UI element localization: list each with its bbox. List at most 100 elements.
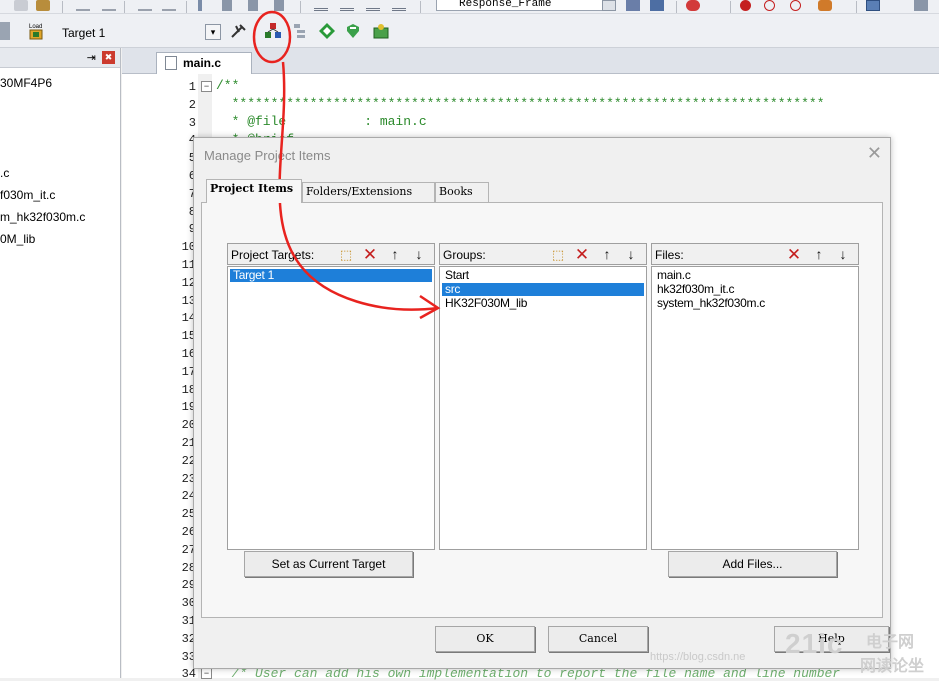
line-number: 27 <box>181 542 196 557</box>
target-select-dropdown-icon[interactable]: ▾ <box>205 24 221 40</box>
paste-icon[interactable] <box>36 0 50 11</box>
configure-icon[interactable] <box>914 0 928 11</box>
target-select[interactable]: Target 1 <box>54 23 224 43</box>
debug-session-icon[interactable] <box>686 0 700 11</box>
incremental-find-icon[interactable] <box>650 0 664 11</box>
list-item[interactable]: src <box>442 283 644 296</box>
fold-toggle-icon[interactable]: − <box>201 81 212 92</box>
find-combo-dropdown-icon[interactable] <box>602 0 616 11</box>
line-number: 6 <box>156 169 196 183</box>
set-as-current-target-button[interactable]: Set as Current Target <box>244 551 413 577</box>
files-list: Files: ✕ ↑ ↓ main.c hk32f030m_it.c syste… <box>651 243 859 550</box>
ok-button[interactable]: OK <box>435 626 535 652</box>
project-panel-header: ⇥ ✖ <box>0 48 120 68</box>
fold-toggle-icon[interactable]: − <box>201 668 212 679</box>
select-packs-icon[interactable] <box>318 22 336 40</box>
line-number: 17 <box>181 364 196 379</box>
watermark-text: 网读论坐 <box>860 658 925 675</box>
list-item[interactable]: hk32f030m_it.c <box>654 283 856 296</box>
line-number: 14 <box>181 311 196 326</box>
project-tree-item[interactable]: m_hk32f030m.c <box>0 210 85 224</box>
dialog-close-icon[interactable]: ✕ <box>867 144 882 162</box>
list-body: Start src HK32F030M_lib <box>439 266 647 550</box>
tab-main-c[interactable]: main.c <box>156 52 252 74</box>
line-number: 26 <box>181 525 196 539</box>
project-targets-list: Project Targets: ⬚ ✕ ↑ ↓ Target 1 <box>227 243 435 550</box>
project-tree-item[interactable]: .c <box>0 166 9 180</box>
line-number: 23 <box>181 471 196 486</box>
line-number-gutter: 1234567891011121314151617181920212223242… <box>122 74 198 681</box>
comment-icon[interactable] <box>366 0 380 11</box>
next-bookmark-icon[interactable] <box>248 0 258 11</box>
code-line: * @file : main.c <box>216 114 427 129</box>
disable-breakpoints-icon[interactable] <box>790 0 801 11</box>
line-number: 15 <box>181 329 196 344</box>
tab-project-items[interactable]: Project Items <box>206 179 302 203</box>
copy-icon[interactable] <box>14 0 28 11</box>
code-line: /** <box>216 78 240 93</box>
tab-folders-extensions[interactable]: Folders/Extensions <box>302 182 435 202</box>
enable-breakpoint-icon[interactable] <box>764 0 775 11</box>
batch-build-icon[interactable] <box>0 22 10 40</box>
cancel-button[interactable]: Cancel <box>548 626 648 652</box>
kill-breakpoints-icon[interactable] <box>818 0 832 11</box>
unindent-icon[interactable] <box>340 0 354 11</box>
delete-item-icon[interactable]: ✕ <box>360 245 380 264</box>
line-number: 19 <box>181 400 196 415</box>
bookmark-icon[interactable] <box>198 0 202 11</box>
redo-icon[interactable] <box>102 0 116 11</box>
line-number: 5 <box>156 151 196 165</box>
list-item[interactable]: Target 1 <box>230 269 432 282</box>
undo-icon[interactable] <box>76 0 90 11</box>
manage-components-icon[interactable] <box>344 22 362 40</box>
back-icon[interactable] <box>138 0 152 11</box>
move-up-icon[interactable]: ↑ <box>597 245 617 264</box>
line-number: 4 <box>156 133 196 147</box>
window-layout-icon[interactable] <box>866 0 880 11</box>
prev-bookmark-icon[interactable] <box>222 0 232 11</box>
project-tree-item[interactable]: f030m_it.c <box>0 188 55 202</box>
clear-bookmarks-icon[interactable] <box>274 0 284 11</box>
manage-project-items-dialog: Manage Project Items ✕ Project Items Fol… <box>193 137 891 669</box>
close-icon[interactable]: ✖ <box>102 51 115 64</box>
forward-icon[interactable] <box>162 0 176 11</box>
insert-breakpoint-icon[interactable] <box>740 0 751 11</box>
tab-books[interactable]: Books <box>435 182 489 202</box>
line-number: 34 <box>181 667 196 681</box>
move-up-icon[interactable]: ↑ <box>809 245 829 264</box>
project-tree-item[interactable]: 0M_lib <box>0 232 35 246</box>
new-item-icon[interactable]: ⬚ <box>336 245 356 264</box>
find-combo[interactable]: Response_Frame <box>436 0 616 11</box>
pack-installer-icon[interactable] <box>372 22 390 40</box>
file-extensions-icon[interactable] <box>292 22 310 40</box>
manage-project-items-icon[interactable] <box>264 22 282 40</box>
move-down-icon[interactable]: ↓ <box>833 245 853 264</box>
options-for-target-icon[interactable] <box>230 22 248 40</box>
list-item[interactable]: HK32F030M_lib <box>442 297 644 310</box>
project-tree-item[interactable]: 30MF4P6 <box>0 76 52 90</box>
move-down-icon[interactable]: ↓ <box>621 245 641 264</box>
delete-item-icon[interactable]: ✕ <box>784 245 804 264</box>
line-number: 2 <box>188 97 196 112</box>
uncomment-icon[interactable] <box>392 0 406 11</box>
list-body: Target 1 <box>227 266 435 550</box>
line-number: 18 <box>181 382 196 397</box>
list-item[interactable]: main.c <box>654 269 856 282</box>
list-item[interactable]: Start <box>442 269 644 282</box>
move-up-icon[interactable]: ↑ <box>385 245 405 264</box>
find-in-files-icon[interactable] <box>626 0 640 11</box>
list-item[interactable]: system_hk32f030m.c <box>654 297 856 310</box>
line-number: 29 <box>181 578 196 593</box>
indent-icon[interactable] <box>314 0 328 11</box>
delete-item-icon[interactable]: ✕ <box>572 245 592 264</box>
project-panel: ⇥ ✖ 30MF4P6 .c f030m_it.c m_hk32f030m.c … <box>0 48 121 678</box>
line-number: 22 <box>181 453 196 468</box>
new-item-icon[interactable]: ⬚ <box>548 245 568 264</box>
add-files-button[interactable]: Add Files... <box>668 551 837 577</box>
line-number: 32 <box>181 631 196 646</box>
pin-icon[interactable]: ⇥ <box>87 51 96 64</box>
tab-label: main.c <box>183 56 222 70</box>
move-down-icon[interactable]: ↓ <box>409 245 429 264</box>
load-icon[interactable]: Load <box>26 22 44 40</box>
line-number: 10 <box>181 240 196 255</box>
